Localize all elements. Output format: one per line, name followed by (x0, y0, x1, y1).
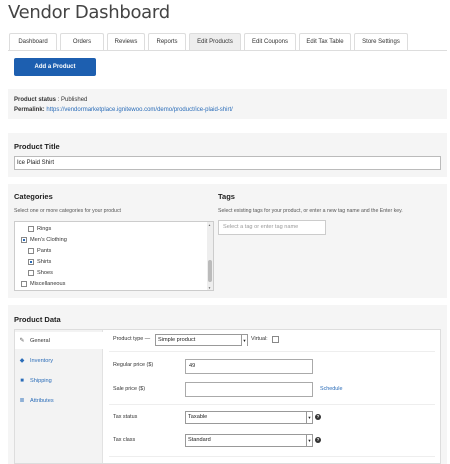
product-data-panel: Product Data ✎ General ◆ Inventory ■ Shi… (8, 305, 447, 464)
regular-price-input[interactable]: 49 (185, 359, 313, 374)
nav-label: Inventory (30, 357, 54, 364)
product-title-heading: Product Title (14, 142, 60, 151)
tab-orders[interactable]: Orders (60, 33, 104, 50)
tax-class-value: Standard (188, 437, 211, 443)
nav-general[interactable]: ✎ General (15, 332, 104, 349)
tab-reports[interactable]: Reports (148, 33, 186, 50)
scroll-up-icon[interactable]: ▲ (208, 223, 212, 227)
checkbox[interactable] (21, 281, 27, 287)
category-pants[interactable]: Pants (28, 248, 51, 254)
truck-icon: ■ (20, 377, 24, 384)
nav-label: General (30, 337, 50, 344)
tab-bar: Dashboard Orders Reviews Reports Edit Pr… (9, 33, 408, 50)
checkbox[interactable] (28, 248, 34, 254)
tax-status-value: Taxable (188, 414, 208, 420)
product-status-value: : Published (57, 97, 88, 103)
checkbox[interactable] (28, 270, 34, 276)
nav-label: Shipping (30, 377, 52, 384)
category-label: Shirts (37, 259, 52, 265)
categories-tags-panel: Categories Select one or more categories… (8, 184, 447, 298)
permalink-label: Permalink: (14, 107, 45, 113)
tab-edit-tax-table[interactable]: Edit Tax Table (299, 33, 351, 50)
divider (109, 351, 435, 352)
chevron-down-icon: ▼ (306, 435, 312, 446)
checkbox[interactable] (28, 259, 34, 265)
tabs-divider (8, 50, 447, 51)
list-icon: ≣ (19, 397, 25, 404)
regular-price-label: Regular price ($) (113, 362, 154, 368)
nav-shipping[interactable]: ■ Shipping (15, 372, 103, 389)
tab-reviews[interactable]: Reviews (107, 33, 145, 50)
product-title-input[interactable]: Ice Plaid Shirt (14, 156, 441, 170)
category-label: Pants (37, 248, 52, 254)
schedule-link[interactable]: Schedule (320, 386, 342, 392)
product-status: Product status : Published (14, 97, 87, 103)
nav-attributes[interactable]: ≣ Attributes (15, 392, 103, 409)
tab-edit-products[interactable]: Edit Products (189, 33, 241, 50)
category-label: Rings (37, 226, 52, 232)
chevron-down-icon: ▼ (241, 335, 247, 346)
category-label: Men's Clothing (30, 237, 67, 243)
tab-dashboard[interactable]: Dashboard (9, 33, 57, 50)
nav-label: Attributes (30, 397, 54, 404)
sale-price-label: Sale price ($) (113, 386, 146, 392)
tags-input[interactable]: Select a tag or enter tag name (218, 220, 326, 235)
categories-scrollbar[interactable]: ▲ ▼ (207, 222, 213, 290)
categories-list[interactable]: Rings Men's Clothing Pants Shirts Shoes … (14, 221, 214, 291)
wrench-icon: ✎ (19, 337, 25, 344)
product-type-value: Simple product (158, 337, 196, 343)
scroll-down-icon[interactable]: ▼ (208, 286, 212, 290)
checkbox[interactable] (28, 226, 34, 232)
product-status-label: Product status (14, 97, 57, 103)
tags-note: Select existing tags for your product, o… (218, 208, 403, 214)
product-data-nav: ✎ General ◆ Inventory ■ Shipping ≣ Attri… (15, 330, 104, 463)
product-data-body: ✎ General ◆ Inventory ■ Shipping ≣ Attri… (14, 329, 441, 464)
category-shirts[interactable]: Shirts (28, 259, 51, 265)
help-icon[interactable]: ? (315, 437, 321, 443)
category-mens-clothing[interactable]: Men's Clothing (21, 237, 67, 243)
product-type-select[interactable]: Simple product ▼ (155, 334, 248, 346)
page-title: Vendor Dashboard (8, 2, 170, 23)
tax-status-label: Tax status (113, 414, 138, 420)
help-icon[interactable]: ? (315, 414, 321, 420)
tags-heading: Tags (218, 192, 235, 201)
category-miscellaneous[interactable]: Miscellaneous (21, 281, 65, 287)
divider (109, 404, 435, 405)
tax-class-select[interactable]: Standard ▼ (185, 434, 313, 447)
tax-status-select[interactable]: Taxable ▼ (185, 411, 313, 424)
category-shoes[interactable]: Shoes (28, 270, 53, 276)
checkbox[interactable] (21, 237, 27, 243)
category-label: Miscellaneous (30, 281, 66, 287)
nav-inventory[interactable]: ◆ Inventory (15, 352, 103, 369)
permalink: Permalink: https://vendormarketplace.ign… (14, 107, 233, 113)
category-rings[interactable]: Rings (28, 226, 51, 232)
permalink-link[interactable]: https://vendormarketplace.ignitewoo.com/… (46, 107, 232, 113)
categories-note: Select one or more categories for your p… (14, 208, 121, 214)
chevron-down-icon: ▼ (306, 412, 312, 423)
tax-class-label: Tax class (113, 437, 136, 443)
virtual-label: Virtual: (251, 336, 268, 342)
product-status-panel: Product status : Published Permalink: ht… (8, 89, 447, 119)
virtual-checkbox[interactable] (272, 336, 279, 343)
product-data-heading: Product Data (14, 315, 61, 324)
add-product-button[interactable]: Add a Product (14, 58, 96, 76)
sale-price-input[interactable] (185, 382, 313, 397)
scroll-thumb[interactable] (208, 260, 212, 282)
tab-edit-coupons[interactable]: Edit Coupons (244, 33, 296, 50)
product-type-label: Product type — (113, 336, 151, 342)
categories-heading: Categories (14, 192, 53, 201)
category-label: Shoes (37, 270, 53, 276)
product-title-panel: Product Title Ice Plaid Shirt (8, 133, 447, 177)
divider (109, 456, 435, 457)
tab-store-settings[interactable]: Store Settings (354, 33, 408, 50)
diamond-icon: ◆ (19, 357, 25, 364)
